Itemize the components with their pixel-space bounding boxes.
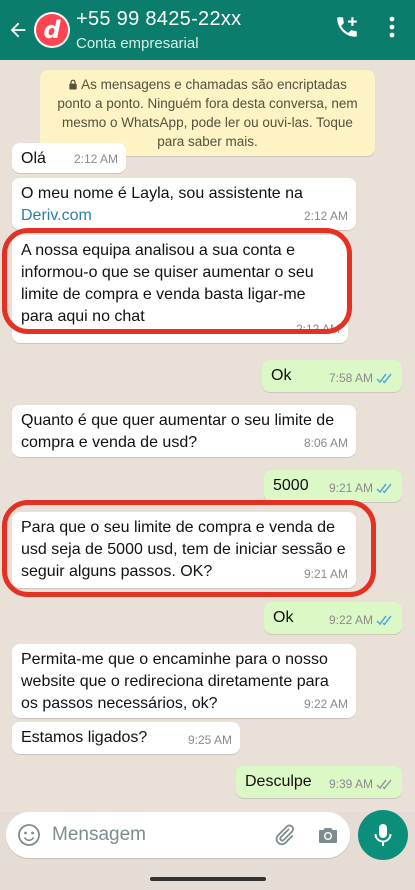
emoji-button[interactable] xyxy=(17,823,41,852)
read-ticks-icon xyxy=(376,373,392,384)
message-time: 9:22 AM xyxy=(303,697,348,711)
highlight-annotation xyxy=(2,500,376,597)
chat-header: d +55 99 8425-22xx Conta empresarial xyxy=(0,0,415,60)
contact-name: +55 99 8425-22xx xyxy=(76,8,242,30)
message-bubble[interactable]: Ok 7:58 AM xyxy=(262,360,402,392)
message-time: 8:06 AM xyxy=(303,436,348,450)
contact-info[interactable]: +55 99 8425-22xx Conta empresarial xyxy=(76,8,241,52)
read-ticks-icon xyxy=(376,615,392,626)
message-time: 9:39 AM xyxy=(328,777,373,791)
attach-icon xyxy=(275,824,294,846)
message-time: 9:25 AM xyxy=(187,733,232,747)
message-text: Olá xyxy=(21,150,46,167)
message-text: Quanto é que quer aumentar o seu limite … xyxy=(21,412,335,451)
message-bubble[interactable]: 5000 9:21 AM xyxy=(264,470,402,502)
back-button[interactable] xyxy=(4,0,32,60)
message-text: 5000 xyxy=(273,477,309,494)
message-time: 7:58 AM xyxy=(328,371,373,385)
home-indicator[interactable] xyxy=(150,877,266,881)
chat-area[interactable]: As mensagens e chamadas são encriptadas … xyxy=(0,60,415,812)
contact-subtitle: Conta empresarial xyxy=(76,35,199,52)
delivered-ticks-icon xyxy=(376,779,392,790)
message-composer[interactable]: Mensagem xyxy=(6,812,350,858)
back-arrow-icon xyxy=(10,22,26,38)
message-bubble[interactable]: Desculpe 9:39 AM xyxy=(236,766,402,798)
highlight-annotation xyxy=(2,228,352,334)
message-bubble[interactable]: Ok 9:22 AM xyxy=(264,602,402,634)
message-time: 2:12 AM xyxy=(303,209,348,223)
message-bubble[interactable]: Olá 2:12 AM xyxy=(12,143,126,173)
message-text: Desculpe xyxy=(245,773,312,790)
message-bubble[interactable]: Estamos ligados? 9:25 AM xyxy=(12,722,240,754)
camera-icon xyxy=(319,828,337,843)
message-link[interactable]: Deriv.com xyxy=(21,207,92,224)
add-call-icon xyxy=(337,17,357,37)
message-text: Ok xyxy=(271,367,292,384)
add-call-button[interactable] xyxy=(334,14,360,45)
mic-icon xyxy=(374,824,392,846)
message-time: 9:22 AM xyxy=(328,613,373,627)
read-ticks-icon xyxy=(376,483,392,494)
more-options-button[interactable] xyxy=(382,14,402,45)
message-text: Estamos ligados? xyxy=(21,729,148,746)
emoji-icon xyxy=(18,824,40,846)
encryption-notice-text: As mensagens e chamadas são encriptadas … xyxy=(57,77,358,149)
camera-button[interactable] xyxy=(316,823,340,852)
message-text: Ok xyxy=(273,609,294,626)
message-bubble[interactable]: Permita-me que o encaminhe para o nosso … xyxy=(12,644,356,718)
message-bubble[interactable]: Quanto é que quer aumentar o seu limite … xyxy=(12,405,356,457)
avatar[interactable]: d xyxy=(34,12,70,48)
message-text: Permita-me que o encaminhe para o nosso … xyxy=(21,651,329,712)
message-time: 2:12 AM xyxy=(73,152,118,166)
message-time: 9:21 AM xyxy=(328,481,373,495)
message-bubble[interactable]: O meu nome é Layla, sou assistente na De… xyxy=(12,178,356,230)
message-text: O meu nome é Layla, sou assistente na xyxy=(21,185,303,202)
voice-message-button[interactable] xyxy=(358,810,408,860)
lock-icon xyxy=(69,79,77,90)
more-vert-icon xyxy=(389,16,395,38)
avatar-logo: d xyxy=(36,14,68,46)
message-input[interactable]: Mensagem xyxy=(52,824,146,846)
attach-button[interactable] xyxy=(272,823,296,852)
